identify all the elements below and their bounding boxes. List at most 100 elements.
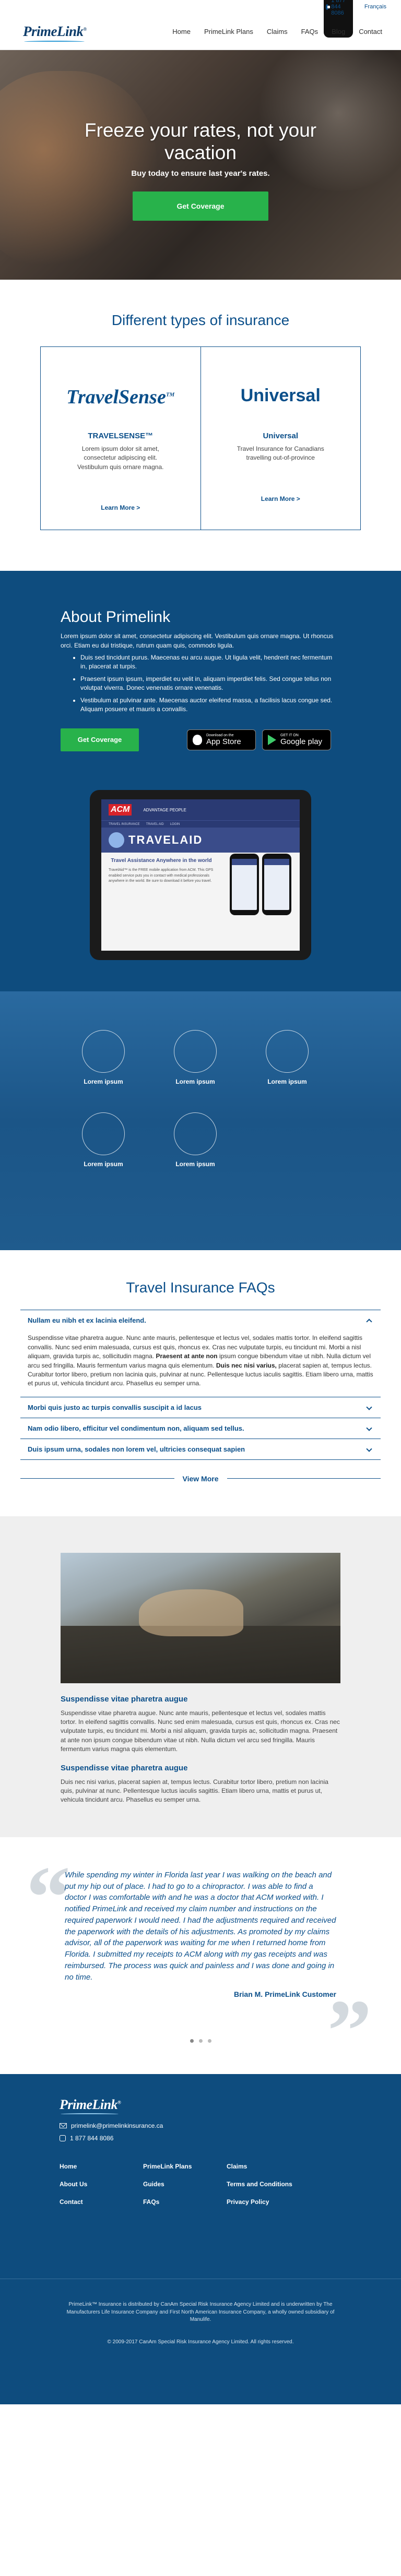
view-more-button[interactable]: View More: [183, 1475, 219, 1483]
view-more-row: View More: [20, 1475, 381, 1483]
footer-link-faqs[interactable]: FAQs: [143, 2198, 227, 2206]
chevron-down-icon: [366, 1404, 372, 1410]
feature-label: Lorem ipsum: [84, 1078, 123, 1086]
footer-link-claims[interactable]: Claims: [227, 2163, 310, 2170]
hero-get-coverage-button[interactable]: Get Coverage: [133, 191, 268, 221]
testimonial-author: Brian M. PrimeLink Customer: [233, 1990, 336, 1999]
nav-plans[interactable]: PrimeLink Plans: [204, 28, 253, 35]
footer-logo-swoosh: [61, 2113, 119, 2115]
about-intro: Lorem ipsum dolor sit amet, consectetur …: [61, 632, 334, 649]
insurance-cards: TravelSenseTM TRAVELSENSE™ Lorem ipsum d…: [40, 346, 361, 530]
faq-list: Nullam eu nibh et ex lacinia eleifend. S…: [20, 1310, 381, 1460]
tablet-tab: LOGIN: [170, 822, 180, 826]
footer-link-privacy[interactable]: Privacy Policy: [227, 2198, 310, 2206]
faq-question-toggle[interactable]: Nullam eu nibh et ex lacinia eleifend.: [20, 1310, 381, 1331]
footer-column: Claims Terms and Conditions Privacy Poli…: [227, 2163, 310, 2216]
nav-contact[interactable]: Contact: [359, 28, 382, 35]
blog-post-body: Duis nec nisi varius, placerat sapien at…: [61, 1778, 328, 1804]
faq-item: Duis ipsum urna, sodales non lorem vel, …: [20, 1439, 381, 1460]
feature-item: Lorem ipsum: [256, 1030, 319, 1085]
faq-question: Nullam eu nibh et ex lacinia eleifend.: [28, 1316, 146, 1325]
footer-link-contact[interactable]: Contact: [60, 2198, 143, 2206]
about-bullet: Vestibulum at pulvinar ante. Maecenas au…: [80, 696, 340, 714]
footer-logo[interactable]: PrimeLink®: [60, 2097, 121, 2115]
footer-column: PrimeLink Plans Guides FAQs: [143, 2163, 227, 2216]
faqs-title: Travel Insurance FAQs: [126, 1279, 275, 1296]
travelsense-logo-text: TravelSense: [66, 386, 166, 408]
phone-icon: [60, 2135, 66, 2142]
nav-claims[interactable]: Claims: [267, 28, 288, 35]
feature-label: Lorem ipsum: [267, 1078, 307, 1086]
universal-learn-more-link[interactable]: Learn More >: [201, 495, 361, 502]
app-store-badge[interactable]: Download on the App Store: [187, 729, 256, 751]
phone-screen: [264, 859, 289, 910]
blog-image[interactable]: [61, 1552, 340, 1683]
faq-question-toggle[interactable]: Morbi quis justo ac turpis convallis sus…: [20, 1397, 381, 1418]
faqs-section: Travel Insurance FAQs Nullam eu nibh et …: [0, 1250, 401, 1516]
chevron-down-icon: [366, 1446, 372, 1452]
faq-question-toggle[interactable]: Nam odio libero, efficitur vel condiment…: [20, 1418, 381, 1439]
logo-mark: ®: [83, 27, 87, 32]
carousel-dot[interactable]: [207, 2039, 211, 2043]
carousel-dot[interactable]: [198, 2039, 203, 2043]
language-toggle[interactable]: Français: [364, 4, 386, 10]
faq-item: Nam odio libero, efficitur vel condiment…: [20, 1418, 381, 1439]
phone-screen-bar: [264, 859, 289, 866]
about-bullet: Duis sed tincidunt purus. Maecenas eu ar…: [80, 653, 340, 672]
open-quote-icon: “: [26, 1848, 70, 1946]
travelsense-learn-more-link[interactable]: Learn More >: [41, 504, 200, 511]
universal-name: Universal: [263, 432, 299, 440]
nav-home[interactable]: Home: [172, 28, 191, 35]
feature-circle: [82, 1030, 125, 1073]
mail-icon: [60, 2123, 67, 2129]
footer-email-text: primelink@primelinkinsurance.ca: [71, 2122, 163, 2130]
footer-logo-text: PrimeLink: [60, 2097, 118, 2113]
tablet-mockup: ACM ADVANTAGE PEOPLE TRAVEL INSURANCE TR…: [90, 790, 311, 961]
faq-item: Morbi quis justo ac turpis convallis sus…: [20, 1397, 381, 1418]
footer-link-guides[interactable]: Guides: [143, 2180, 227, 2188]
feature-item: Lorem ipsum: [72, 1112, 135, 1168]
travelsense-logo-mark: TM: [166, 391, 175, 398]
phone-screen-bar: [232, 859, 257, 866]
footer-logo-mark: ®: [117, 2100, 121, 2105]
blog-content: Suspendisse vitae pharetra augue Suspend…: [61, 1552, 340, 1805]
footer-link-plans[interactable]: PrimeLink Plans: [143, 2163, 227, 2170]
tablet-header: ACM ADVANTAGE PEOPLE: [101, 799, 300, 821]
feature-item: Lorem ipsum: [72, 1030, 135, 1085]
faq-answer-bold: Praesent at ante non: [156, 1352, 218, 1360]
nav-blog[interactable]: Blog: [332, 28, 345, 35]
google-play-badge[interactable]: GET IT ON Google play: [262, 729, 331, 751]
legal-text: PrimeLink™ Insurance is distributed by C…: [66, 2302, 335, 2323]
footer-column: Home About Us Contact: [60, 2163, 143, 2216]
footer-content: PrimeLink® primelink@primelinkinsurance.…: [60, 2097, 341, 2216]
faq-question-toggle[interactable]: Duis ipsum urna, sodales non lorem vel, …: [20, 1439, 381, 1459]
footer-phone[interactable]: 1 877 844 8086: [60, 2135, 341, 2142]
travelsense-logo: TravelSenseTM: [41, 386, 200, 417]
carousel-dot[interactable]: [190, 2039, 194, 2043]
footer-link-terms[interactable]: Terms and Conditions: [227, 2180, 310, 2188]
footer-email[interactable]: primelink@primelinkinsurance.ca: [60, 2122, 341, 2129]
footer-link-about[interactable]: About Us: [60, 2180, 143, 2188]
acm-logo: ACM: [109, 804, 132, 816]
travelaid-banner: TRAVELAID: [101, 828, 300, 853]
tablet-tabs: TRAVEL INSURANCE TRAVEL AID LOGIN: [101, 820, 300, 828]
about-content: About Primelink Lorem ipsum dolor sit am…: [61, 608, 340, 752]
footer-link-home[interactable]: Home: [60, 2163, 143, 2170]
about-get-coverage-button[interactable]: Get Coverage: [61, 728, 139, 752]
google-play-big: Google play: [280, 737, 323, 746]
primelink-logo[interactable]: PrimeLink®: [23, 23, 87, 42]
blog-post-body: Suspendisse vitae pharetra augue. Nunc a…: [61, 1709, 340, 1753]
tablet-headline: Travel Assistance Anywhere in the world: [111, 858, 212, 864]
about-bullets: Duis sed tincidunt purus. Maecenas eu ar…: [61, 653, 340, 714]
phone-number: 1 877 844 8086: [331, 0, 346, 16]
universal-card: Universal Universal Travel Insurance for…: [200, 347, 361, 530]
feature-label: Lorem ipsum: [84, 1160, 123, 1168]
nav-faqs[interactable]: FAQs: [301, 28, 319, 35]
feature-label: Lorem ipsum: [175, 1078, 215, 1086]
tablet-tab: TRAVEL INSURANCE: [109, 822, 140, 826]
blog-post-title[interactable]: Suspendisse vitae pharetra augue: [61, 1695, 340, 1704]
blog-post-title[interactable]: Suspendisse vitae pharetra augue: [61, 1764, 340, 1772]
insurance-types-section: Different types of insurance TravelSense…: [0, 280, 401, 571]
app-store-text: Download on the App Store: [206, 734, 241, 746]
footer-links: Home About Us Contact PrimeLink Plans Gu…: [60, 2163, 341, 2216]
